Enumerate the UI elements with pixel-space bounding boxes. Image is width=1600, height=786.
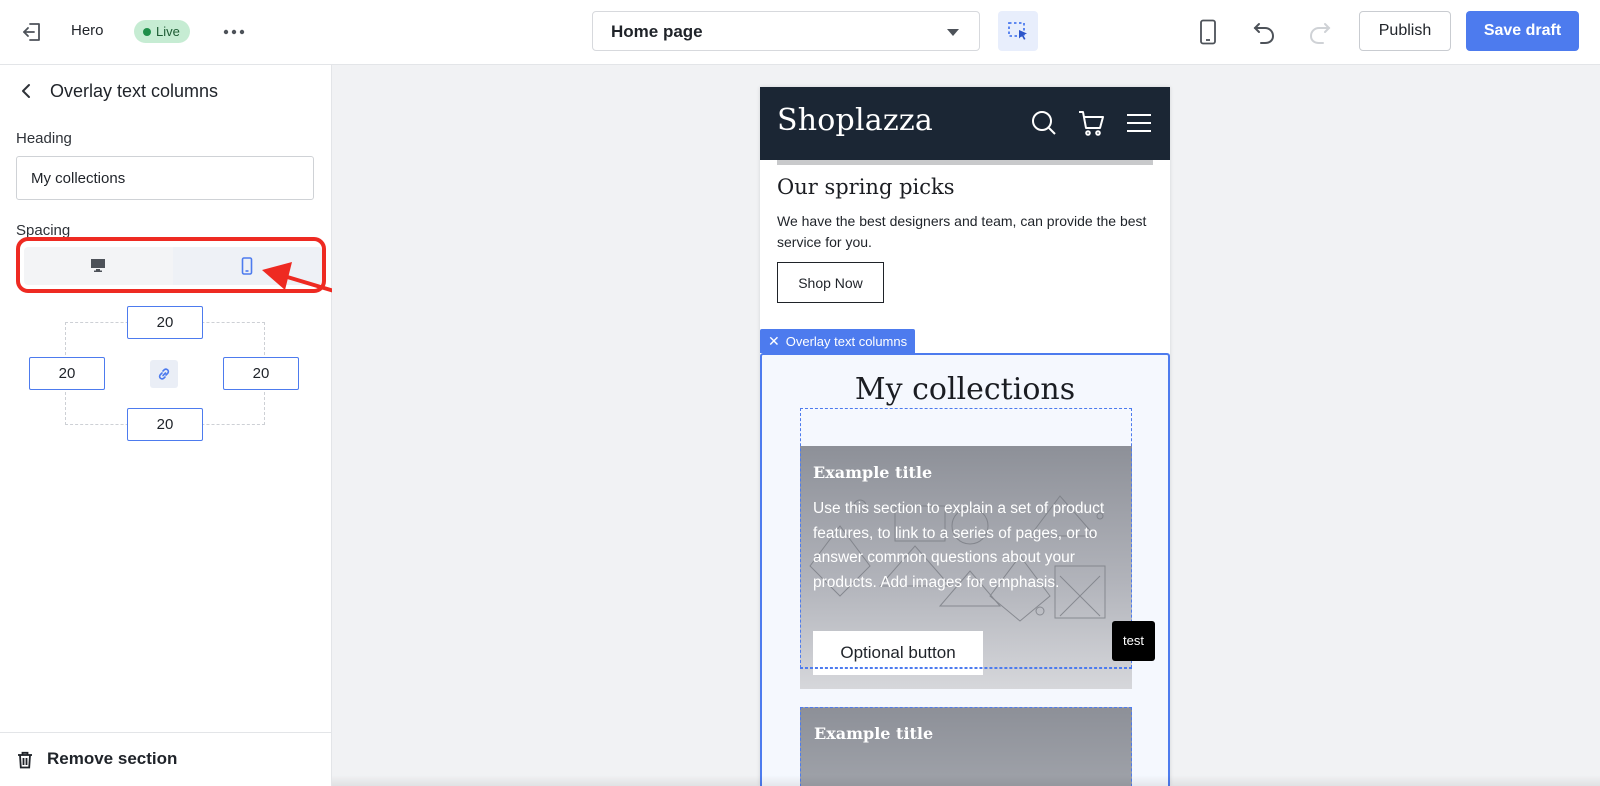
overlay-text-columns-section[interactable]: My collections Example title Use this se… [760,353,1170,786]
promo-title: Our spring picks [777,175,955,199]
selected-section-tag[interactable]: ✕ Overlay text columns [760,329,916,353]
store-logo: Shoplazza [777,103,933,138]
undo-icon[interactable] [1250,18,1278,46]
cart-icon[interactable] [1077,109,1105,137]
link-icon [158,368,170,380]
page-select-value: Home page [611,22,703,41]
publish-button[interactable]: Publish [1359,11,1451,51]
menu-icon[interactable] [1125,109,1153,137]
heading-label: Heading [16,130,72,147]
hero-image-strip [777,160,1153,165]
mobile-preview-frame: Shoplazza Our spring picks We have the b… [760,87,1170,786]
status-badge-label: Live [156,24,180,39]
panel-title: Overlay text columns [50,81,219,101]
redo-icon[interactable] [1306,18,1334,46]
test-badge[interactable]: test [1112,621,1155,661]
heading-input[interactable] [16,156,314,200]
top-bar: Hero Live Home page Publish Save draft [0,0,1600,65]
select-tool-button[interactable] [998,11,1038,51]
close-icon[interactable]: ✕ [768,329,780,353]
selected-section-tag-label: Overlay text columns [785,334,908,349]
save-draft-button[interactable]: Save draft [1466,11,1579,51]
collections-heading: My collections [854,372,1076,407]
promo-description: We have the best designers and team, can… [777,213,1147,250]
spacing-bottom-input[interactable] [127,408,203,441]
mobile-device-icon[interactable] [1196,19,1220,45]
store-header: Shoplazza [760,87,1170,160]
section-title: Hero [71,22,104,39]
link-spacing-button[interactable] [150,360,178,388]
chevron-left-icon[interactable] [18,82,36,100]
remove-section-label: Remove section [47,749,178,768]
settings-sidebar: Overlay text columns Heading Spacing [0,65,366,786]
live-dot [143,28,151,36]
spacing-top-input[interactable] [127,306,203,339]
preview-canvas: Shoplazza Our spring picks We have the b… [332,65,1600,786]
exit-icon[interactable] [20,20,44,44]
block-divider [800,668,1132,669]
more-icon[interactable] [222,22,246,42]
search-icon[interactable] [1030,109,1058,137]
column-title: Example title [814,724,934,743]
status-badge: Live [134,20,190,43]
page-select[interactable]: Home page [592,11,980,51]
trash-icon [18,751,32,769]
canvas-bottom-shadow [332,775,1600,786]
chevron-down-icon [947,29,959,36]
spacing-right-input[interactable] [223,357,299,390]
shop-now-button[interactable]: Shop Now [777,262,884,303]
selected-block-outline [800,408,1132,668]
spacing-left-input[interactable] [29,357,105,390]
remove-section-button[interactable]: Remove section [0,732,331,786]
cursor-select-icon [1008,22,1027,40]
